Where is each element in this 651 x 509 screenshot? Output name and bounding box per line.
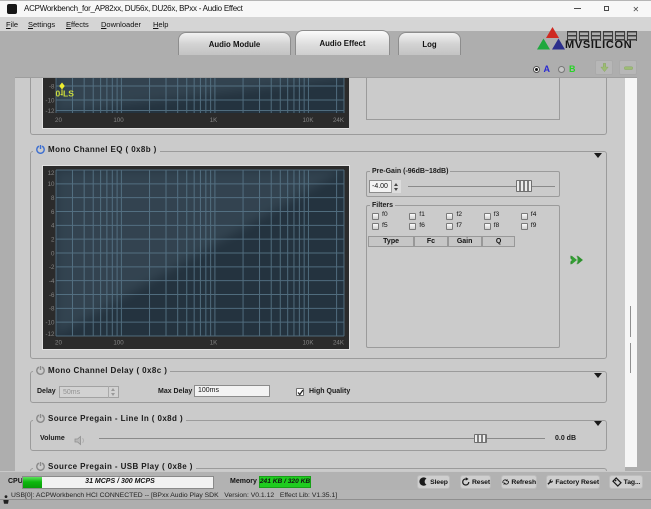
svg-text:-10: -10 <box>46 97 56 104</box>
svg-text:20: 20 <box>55 117 62 124</box>
svg-text:100: 100 <box>113 117 124 124</box>
svg-text:-12: -12 <box>46 331 56 338</box>
svg-text:100: 100 <box>113 340 124 347</box>
svg-text:12: 12 <box>48 170 55 177</box>
svg-text:10: 10 <box>48 181 55 188</box>
svg-text:1K: 1K <box>210 340 218 347</box>
svg-text:-10: -10 <box>46 320 56 327</box>
svg-text:-8: -8 <box>49 83 55 90</box>
svg-text:8: 8 <box>51 195 55 202</box>
svg-text:20: 20 <box>55 340 62 347</box>
svg-text:24K: 24K <box>333 117 345 124</box>
svg-text:4: 4 <box>51 223 55 230</box>
svg-text:2: 2 <box>51 237 55 244</box>
svg-text:10K: 10K <box>302 340 314 347</box>
svg-text:24K: 24K <box>333 340 345 347</box>
svg-text:0: 0 <box>51 250 55 257</box>
svg-text:-8: -8 <box>49 306 55 313</box>
svg-text:-2: -2 <box>49 264 55 271</box>
svg-text:-6: -6 <box>49 292 55 299</box>
svg-text:-4: -4 <box>49 278 55 285</box>
svg-text:1K: 1K <box>210 117 218 124</box>
svg-text:6: 6 <box>51 209 55 216</box>
svg-text:0-LS: 0-LS <box>56 89 75 99</box>
svg-text:-12: -12 <box>46 108 56 115</box>
svg-text:10K: 10K <box>302 117 314 124</box>
